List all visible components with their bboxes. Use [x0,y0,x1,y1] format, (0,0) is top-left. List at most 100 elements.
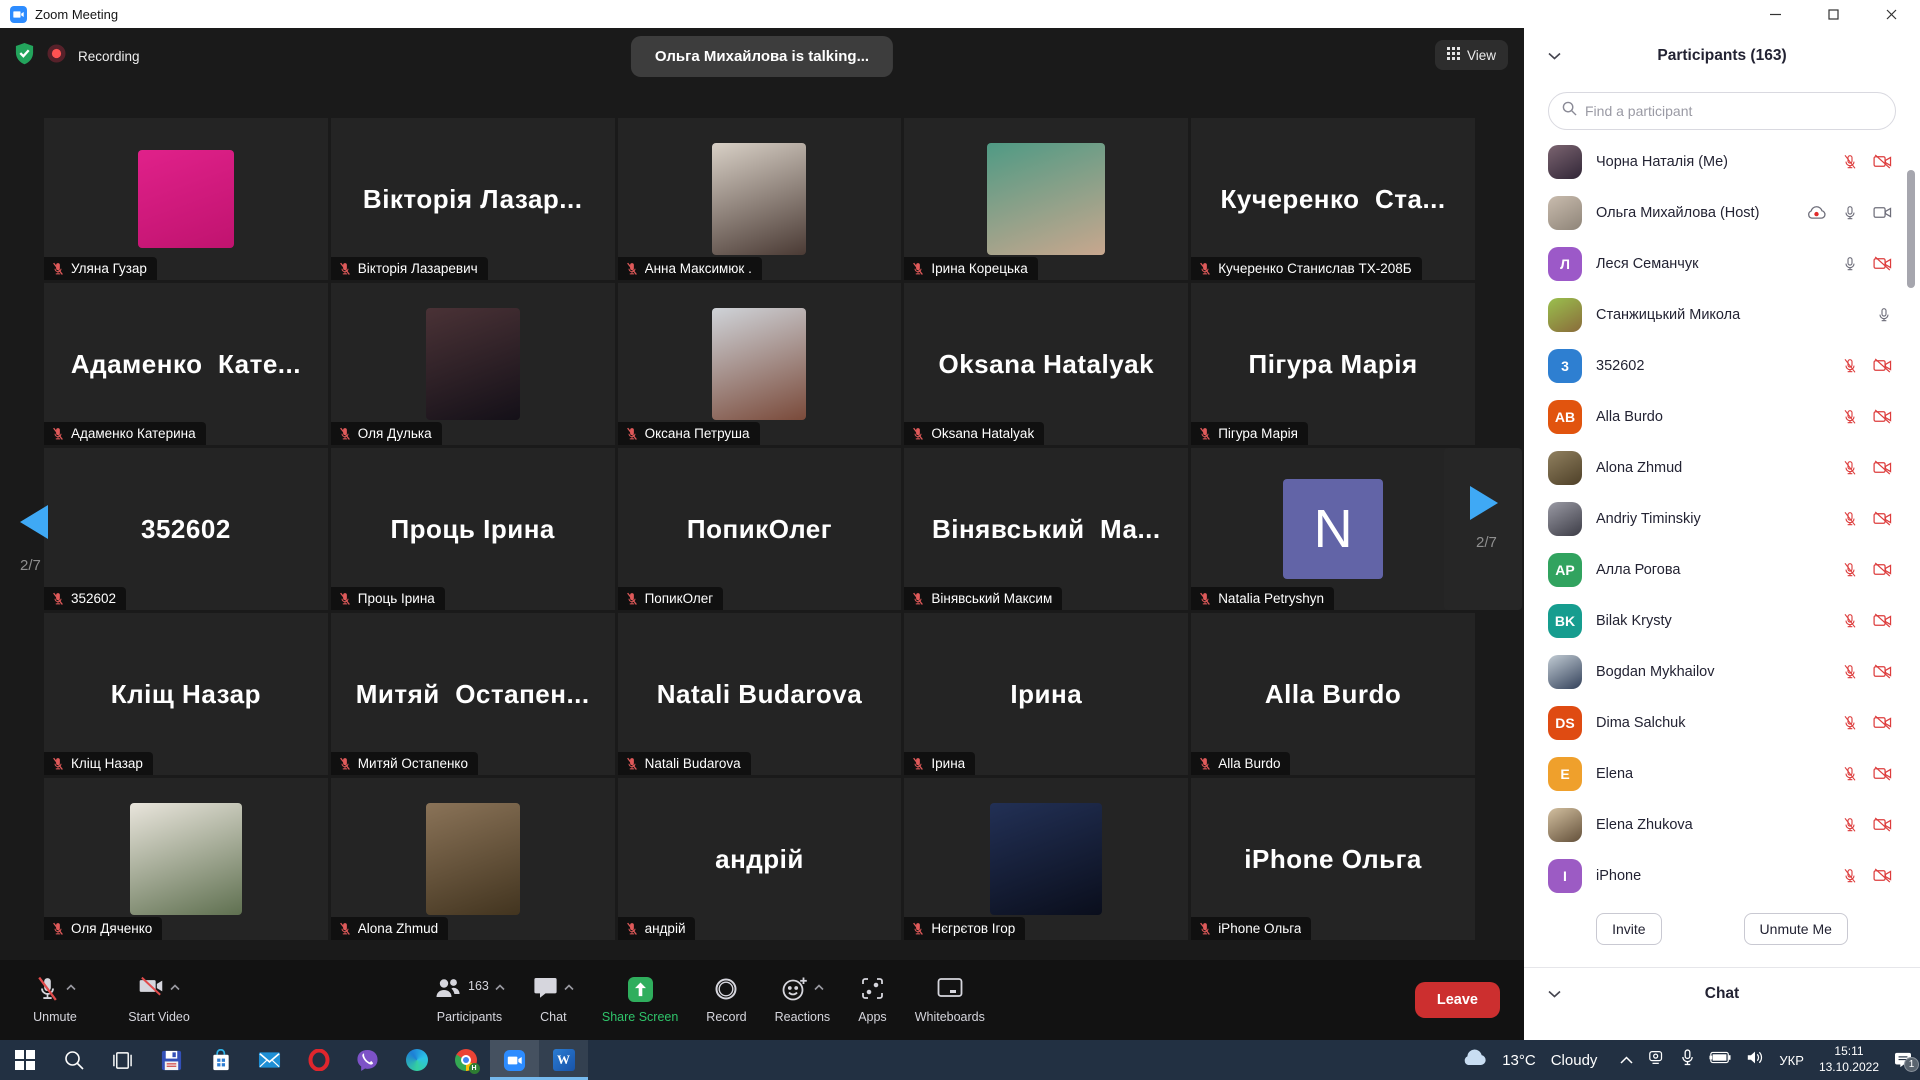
record-button[interactable]: Record [706,976,746,1024]
video-tile[interactable]: Адаменко Кате...Адаменко Катерина [44,283,328,445]
reactions-button[interactable]: Reactions [775,976,831,1024]
chevron-up-icon[interactable] [564,980,574,994]
taskbar-file-manager-button[interactable] [147,1040,196,1080]
search-input[interactable] [1585,103,1882,119]
invite-button[interactable]: Invite [1596,913,1661,945]
language-indicator[interactable]: УКР [1779,1053,1804,1068]
video-tile[interactable]: ІринаІрина [904,613,1188,775]
video-tile[interactable]: Ірина Корецька [904,118,1188,280]
participants-button[interactable]: 163Participants [434,976,505,1024]
video-tile[interactable]: Нєгрєтов Ігор [904,778,1188,940]
clock[interactable]: 15:11 13.10.2022 [1819,1044,1879,1075]
system-tray: 13°C Cloudy УКР 15:11 13.10.2022 1 [1461,1040,1920,1080]
video-tile[interactable]: Пігура МаріяПігура Марія [1191,283,1475,445]
previous-page-arrow-icon[interactable] [20,505,48,539]
view-button[interactable]: View [1435,40,1508,70]
video-tile[interactable]: NNatalia Petryshyn [1191,448,1475,610]
video-tile[interactable]: Oksana HatalyakOksana Hatalyak [904,283,1188,445]
panel-scrollbar[interactable] [1907,112,1915,1012]
maximize-button[interactable] [1804,0,1862,28]
participant-row[interactable]: Alona Zhmud [1524,442,1920,493]
participant-row[interactable]: ABAlla Burdo [1524,391,1920,442]
chevron-down-icon[interactable] [1548,985,1561,1003]
taskbar-edge-button[interactable] [392,1040,441,1080]
participant-row[interactable]: DSDima Salchuk [1524,697,1920,748]
next-page-control[interactable]: 2/7 [1444,448,1522,610]
video-tile[interactable]: Митяй Остапен...Митяй Остапенко [331,613,615,775]
participant-row[interactable]: Чорна Наталія (Me) [1524,136,1920,187]
speaker-icon[interactable] [1746,1050,1764,1070]
video-tile[interactable]: Анна Максимюк . [618,118,902,280]
taskbar-task-view-button[interactable] [98,1040,147,1080]
video-tile[interactable]: Уляна Гузар [44,118,328,280]
video-tile[interactable]: ПопикОлегПопикОлег [618,448,902,610]
mic-off-icon [338,592,352,606]
whiteboards-button[interactable]: Whiteboards [915,976,985,1024]
hidden-icons-chevron-icon[interactable] [1620,1051,1633,1069]
leave-button[interactable]: Leave [1415,982,1500,1018]
chevron-up-icon[interactable] [495,980,505,994]
participant-row[interactable]: BKBilak Krysty [1524,595,1920,646]
scrollbar-thumb[interactable] [1907,170,1915,288]
taskbar-store-button[interactable] [196,1040,245,1080]
recording-indicator-icon[interactable] [47,44,66,68]
chevron-up-icon[interactable] [66,980,76,994]
unmute-me-button[interactable]: Unmute Me [1744,913,1848,945]
participant-row[interactable]: Станжицький Микола [1524,289,1920,340]
video-tile[interactable]: Проць ІринаПроць Ірина [331,448,615,610]
video-tile[interactable]: Оксана Петруша [618,283,902,445]
video-tile[interactable]: Вікторія Лазар...Вікторія Лазаревич [331,118,615,280]
chevron-up-icon[interactable] [814,980,824,994]
participant-row[interactable]: Ольга Михайлова (Host) [1524,187,1920,238]
participant-row[interactable]: 3352602 [1524,340,1920,391]
taskbar-opera-button[interactable] [294,1040,343,1080]
taskbar-zoom-app-button[interactable] [490,1040,539,1080]
video-tile[interactable]: Оля Дяченко [44,778,328,940]
chevron-up-icon[interactable] [170,980,180,994]
minimize-button[interactable] [1746,0,1804,28]
video-tile[interactable]: Alla BurdoAlla Burdo [1191,613,1475,775]
weather-temp[interactable]: 13°C [1502,1052,1536,1069]
video-tile[interactable]: Alona Zhmud [331,778,615,940]
previous-page-control[interactable]: 2/7 [20,505,48,574]
tray-microphone-icon[interactable] [1681,1049,1694,1071]
participant-row[interactable]: EElena [1524,748,1920,799]
video-tile[interactable]: Вінявський Ма...Вінявський Максим [904,448,1188,610]
participant-row[interactable]: IiPhone [1524,850,1920,901]
video-tile[interactable]: Natali BudarovaNatali Budarova [618,613,902,775]
participant-row[interactable]: Andriy Timinskiy [1524,493,1920,544]
taskbar-chrome-button[interactable]: H [441,1040,490,1080]
taskbar-start-button[interactable] [0,1040,49,1080]
share-screen-button[interactable]: Share Screen [602,976,678,1024]
chevron-down-icon[interactable] [1548,47,1561,65]
start-video-button[interactable]: Start Video [120,976,198,1024]
participant-search-box[interactable] [1548,92,1896,130]
unmute-button[interactable]: Unmute [16,976,94,1024]
video-tile[interactable]: Оля Дулька [331,283,615,445]
taskbar-viber-button[interactable] [343,1040,392,1080]
participant-row[interactable]: Elena Zhukova [1524,799,1920,850]
participant-row[interactable]: ЛЛеся Семанчук [1524,238,1920,289]
video-tile[interactable]: Кучеренко Ста...Кучеренко Станислав ТХ-2… [1191,118,1475,280]
weather-cloud-icon[interactable] [1461,1049,1487,1071]
battery-icon[interactable] [1709,1051,1731,1069]
participant-row[interactable]: АРАлла Рогова [1524,544,1920,595]
taskbar-mail-button[interactable] [245,1040,294,1080]
video-tile[interactable]: андрійандрій [618,778,902,940]
close-button[interactable] [1862,0,1920,28]
participant-row[interactable]: Bogdan Mykhailov [1524,646,1920,697]
apps-button[interactable]: Apps [858,976,887,1024]
taskbar-word-button[interactable]: W [539,1040,588,1080]
security-shield-icon[interactable] [14,42,35,70]
taskbar-search-button[interactable] [49,1040,98,1080]
next-page-arrow-icon[interactable] [1470,486,1498,520]
video-tile[interactable]: iPhone ОльгаiPhone Ольга [1191,778,1475,940]
chat-button[interactable]: Chat [533,976,574,1024]
video-tile[interactable]: Кліщ НазарКліщ Назар [44,613,328,775]
tray-camera-icon[interactable] [1648,1050,1666,1070]
participant-name-label: Нєгрєтов Ігор [904,917,1025,940]
weather-condition[interactable]: Cloudy [1551,1052,1598,1069]
mic-off-icon [35,976,60,1003]
video-tile[interactable]: 352602352602 [44,448,328,610]
action-center-icon[interactable]: 1 [1894,1052,1912,1068]
